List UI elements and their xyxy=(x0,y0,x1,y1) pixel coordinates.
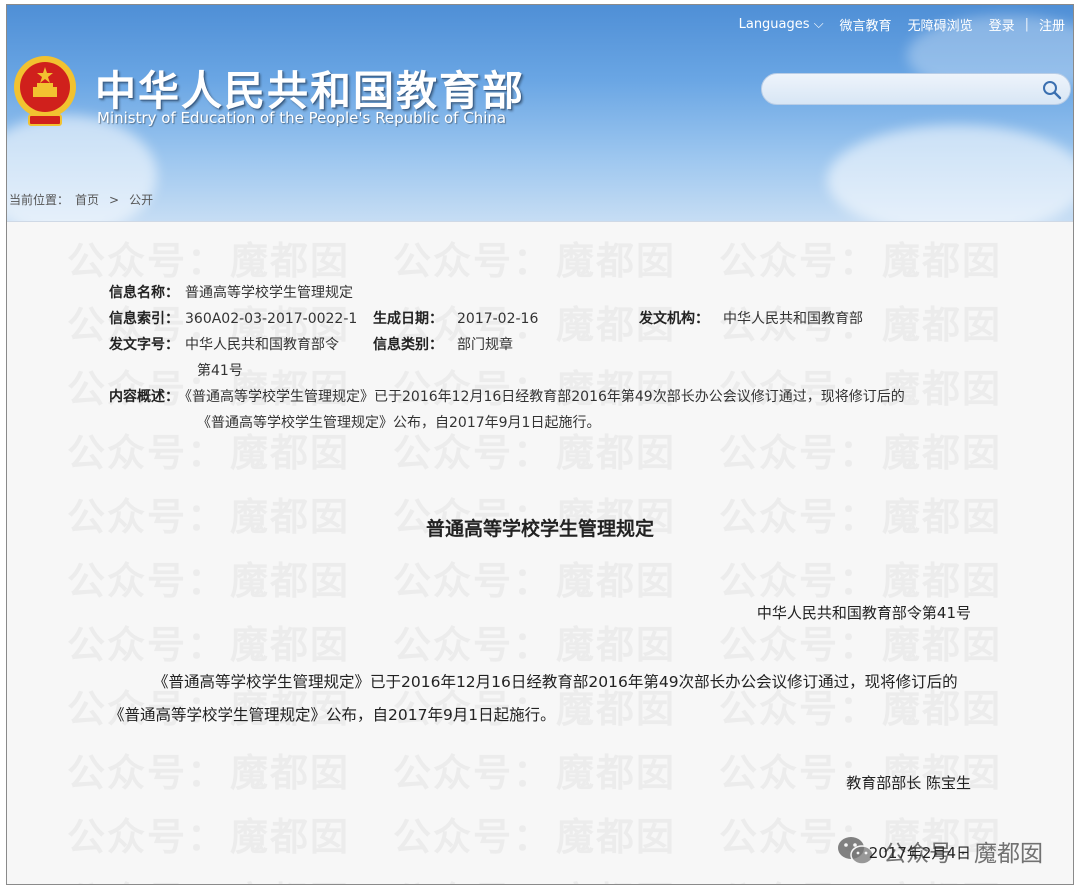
document-signature: 教育部部长 陈宝生 xyxy=(846,774,971,792)
meta-date-label: 生成日期： xyxy=(373,311,443,327)
watermark-text: 公众号： xyxy=(67,870,230,884)
watermark-text: 魔都囡 xyxy=(556,614,719,669)
watermark-text: 公众号： xyxy=(67,550,230,605)
document-title: 普通高等学校学生管理规定 xyxy=(425,518,654,540)
site-title-cn: 中华人民共和国教育部 xyxy=(95,67,525,115)
meta-docno-value: 中华人民共和国教育部令 xyxy=(185,337,339,353)
breadcrumb: 当前位置： 首页 > 公开 xyxy=(9,191,159,208)
search-icon[interactable] xyxy=(1042,80,1062,100)
watermark-row: 公众号：魔都囡公众号：魔都囡公众号：魔都囡 xyxy=(67,550,1045,605)
watermark-text: 魔都囡 xyxy=(882,870,1045,884)
meta-summary-line2: 《普通高等学校学生管理规定》公布，自2017年9月1日起施行。 xyxy=(197,415,601,431)
meta-org-label: 发文机构： xyxy=(639,311,709,327)
watermark-text: 公众号： xyxy=(719,870,882,884)
meta-type-row: 信息类别： 部门规章 xyxy=(373,334,513,354)
watermark-text: 魔都囡 xyxy=(882,230,1045,285)
watermark-text: 公众号： xyxy=(393,614,556,669)
languages-link[interactable]: Languages ⌵ xyxy=(731,17,832,32)
meta-index-row: 信息索引： 360A02-03-2017-0022-1 xyxy=(109,308,357,328)
watermark-text: 魔都囡 xyxy=(230,870,393,884)
meta-org-row: 发文机构： 中华人民共和国教育部 xyxy=(639,308,863,328)
breadcrumb-home[interactable]: 首页 xyxy=(75,193,99,207)
watermark-text: 魔都囡 xyxy=(230,550,393,605)
meta-docno-value-line2: 第41号 xyxy=(197,363,243,379)
watermark-text: 公众号： xyxy=(719,422,882,477)
watermark-text: 魔都囡 xyxy=(556,870,719,884)
watermark-text: 公众号： xyxy=(393,230,556,285)
watermark-row: 公众号：魔都囡公众号：魔都囡公众号：魔都囡 xyxy=(67,870,1045,884)
watermark-text: 公众号： xyxy=(393,742,556,797)
meta-org-value: 中华人民共和国教育部 xyxy=(723,311,863,327)
site-title-en: Ministry of Education of the People's Re… xyxy=(97,109,507,127)
breadcrumb-separator: > xyxy=(109,193,120,207)
watermark-text: 魔都囡 xyxy=(882,422,1045,477)
cloud-decoration xyxy=(827,125,1073,221)
watermark-text: 魔都囡 xyxy=(230,742,393,797)
watermark-text: 公众号： xyxy=(67,742,230,797)
watermark-text: 公众号： xyxy=(67,806,230,861)
nav-separator: | xyxy=(1024,16,1029,32)
watermark-text: 公众号： xyxy=(393,870,556,884)
meta-name-value: 普通高等学校学生管理规定 xyxy=(185,285,353,301)
decree-number: 中华人民共和国教育部令第41号 xyxy=(756,604,971,622)
meta-name-label: 信息名称： xyxy=(109,285,179,301)
main-content: 公众号：魔都囡公众号：魔都囡公众号：魔都囡公众号：魔都囡公众号：魔都囡公众号：魔… xyxy=(7,221,1073,884)
document-date: 2017年2月4日 xyxy=(868,844,971,862)
document-paragraph: 《普通高等学校学生管理规定》已于2016年12月16日经教育部2016年第49次… xyxy=(109,673,958,724)
page-frame: Languages ⌵ 微言教育 无障碍浏览 登录 | 注册 中华人民共和国教育… xyxy=(6,4,1074,885)
meta-docno-label: 发文字号： xyxy=(109,337,179,353)
chevron-down-icon: ⌵ xyxy=(813,16,824,32)
watermark-text: 魔都囡 xyxy=(230,806,393,861)
watermark-text: 魔都囡 xyxy=(556,742,719,797)
breadcrumb-current[interactable]: 公开 xyxy=(129,193,153,207)
watermark-text: 魔都囡 xyxy=(230,230,393,285)
watermark-text: 公众号： xyxy=(67,614,230,669)
meta-type-label: 信息类别： xyxy=(373,337,443,353)
meta-index-value: 360A02-03-2017-0022-1 xyxy=(185,311,358,327)
meta-name-row: 信息名称： 普通高等学校学生管理规定 xyxy=(109,282,353,302)
watermark-row: 公众号：魔都囡公众号：魔都囡公众号：魔都囡 xyxy=(67,230,1045,285)
meta-summary-label: 内容概述： xyxy=(109,389,179,405)
watermark-text: 公众号： xyxy=(719,230,882,285)
meta-index-label: 信息索引： xyxy=(109,311,179,327)
watermark-text: 魔都囡 xyxy=(882,358,1045,413)
search-box xyxy=(761,73,1071,105)
watermark-text: 魔都囡 xyxy=(882,550,1045,605)
meta-summary-line1: 《普通高等学校学生管理规定》已于2016年12月16日经教育部2016年第49次… xyxy=(185,389,905,405)
search-input[interactable] xyxy=(776,79,1026,99)
watermark-text: 公众号： xyxy=(719,550,882,605)
meta-summary-row: 内容概述： 《普通高等学校学生管理规定》已于2016年12月16日经教育部2016… xyxy=(109,386,905,406)
meta-type-value: 部门规章 xyxy=(457,337,513,353)
watermark-text: 公众号： xyxy=(393,806,556,861)
watermark-text: 魔都囡 xyxy=(882,294,1045,349)
watermark-text: 公众号： xyxy=(393,550,556,605)
weiyan-link[interactable]: 微言教育 xyxy=(832,15,900,34)
watermark-text: 魔都囡 xyxy=(556,550,719,605)
top-navigation: Languages ⌵ 微言教育 无障碍浏览 登录 | 注册 xyxy=(731,13,1073,35)
accessible-link[interactable]: 无障碍浏览 xyxy=(900,15,981,34)
watermark-text: 公众号： xyxy=(67,230,230,285)
meta-date-value: 2017-02-16 xyxy=(457,311,539,327)
meta-date-row: 生成日期： 2017-02-16 xyxy=(373,308,538,328)
login-link[interactable]: 登录 xyxy=(981,15,1023,34)
watermark-text: 魔都囡 xyxy=(556,230,719,285)
register-link[interactable]: 注册 xyxy=(1031,15,1073,34)
meta-docno-row: 发文字号： 中华人民共和国教育部令 xyxy=(109,334,339,354)
breadcrumb-prefix: 当前位置： xyxy=(9,193,70,207)
watermark-text: 魔都囡 xyxy=(556,806,719,861)
site-header: Languages ⌵ 微言教育 无障碍浏览 登录 | 注册 中华人民共和国教育… xyxy=(7,5,1073,221)
national-emblem-icon xyxy=(14,56,76,126)
watermark-text: 魔都囡 xyxy=(230,614,393,669)
